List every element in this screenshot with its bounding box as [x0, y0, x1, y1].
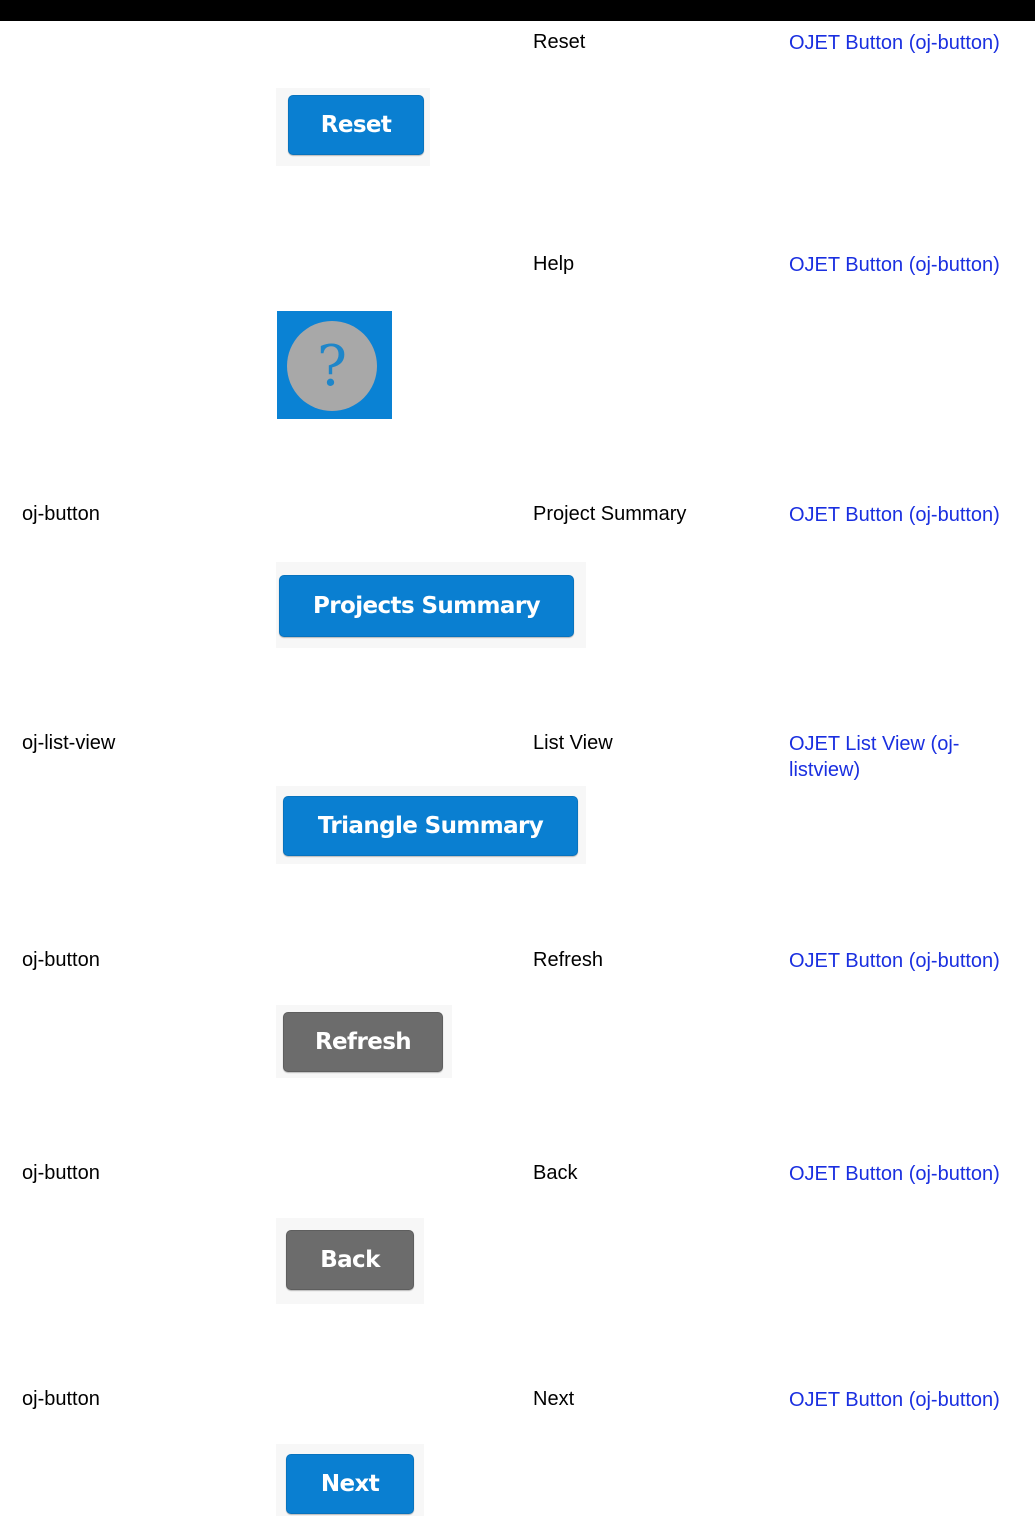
back-button-screenshot: Back	[276, 1218, 424, 1304]
element-name-cell: Help	[533, 253, 575, 275]
ojet-list-view-link[interactable]: OJET List View (oj-listview)	[789, 731, 1009, 783]
element-name-cell: Next	[533, 1388, 575, 1410]
component-cell: oj-button	[22, 949, 100, 971]
next-button[interactable]: Next	[286, 1454, 414, 1514]
ojet-button-link[interactable]: OJET Button (oj-button)	[789, 502, 1009, 528]
refresh-button-screenshot: Refresh	[276, 1005, 452, 1078]
triangle-summary-button[interactable]: Triangle Summary	[283, 796, 578, 856]
element-name-cell: Refresh	[533, 949, 604, 971]
triangle-summary-button-screenshot: Triangle Summary	[276, 786, 586, 864]
help-button-screenshot: ?	[277, 311, 392, 419]
ojet-button-link[interactable]: OJET Button (oj-button)	[789, 252, 1009, 278]
projects-summary-button[interactable]: Projects Summary	[279, 575, 574, 637]
ojet-button-link[interactable]: OJET Button (oj-button)	[789, 1387, 1009, 1413]
help-question-icon[interactable]: ?	[287, 321, 377, 411]
top-table-border	[0, 0, 1035, 21]
component-cell: oj-button	[22, 1388, 100, 1410]
component-cell: oj-list-view	[22, 732, 116, 754]
element-name-cell: Project Summary	[533, 503, 687, 525]
reset-button-screenshot: Reset	[276, 88, 430, 166]
back-button[interactable]: Back	[286, 1230, 414, 1290]
next-button-screenshot: Next	[276, 1444, 424, 1516]
projects-summary-button-screenshot: Projects Summary	[276, 562, 586, 648]
ojet-button-link[interactable]: OJET Button (oj-button)	[789, 1161, 1009, 1187]
component-cell: oj-button	[22, 1162, 100, 1184]
refresh-button[interactable]: Refresh	[283, 1012, 443, 1072]
element-name-cell: Reset	[533, 31, 586, 53]
element-name-cell: List View	[533, 732, 613, 754]
component-cell: oj-button	[22, 503, 100, 525]
element-name-cell: Back	[533, 1162, 578, 1184]
ojet-button-link[interactable]: OJET Button (oj-button)	[789, 948, 1009, 974]
reset-button[interactable]: Reset	[288, 95, 424, 155]
ojet-button-link[interactable]: OJET Button (oj-button)	[789, 30, 1009, 56]
